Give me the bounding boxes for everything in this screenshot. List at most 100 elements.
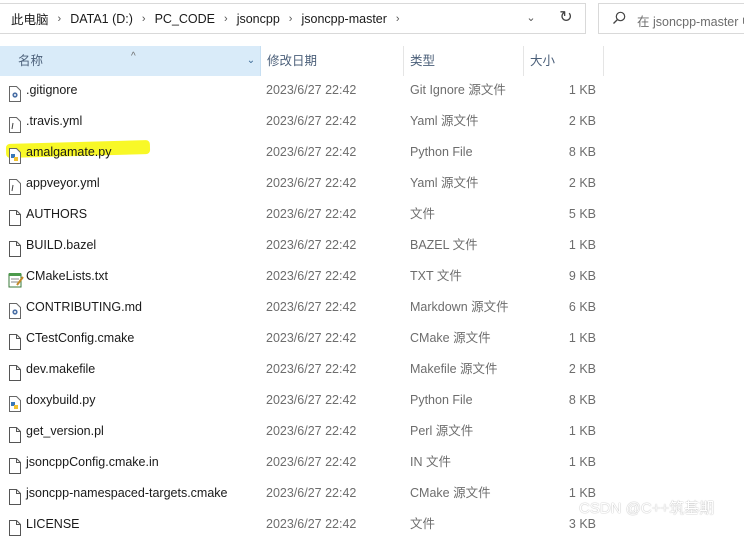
- file-modified-date: 2023/6/27 22:42: [266, 176, 357, 190]
- file-modified-date: 2023/6/27 22:42: [266, 331, 357, 345]
- file-row[interactable]: amalgamate.py 2023/6/27 22:42 Python File 8…: [0, 137, 744, 168]
- file-row[interactable]: jsoncppConfig.cmake.in 2023/6/27 22:42 IN …: [0, 447, 744, 478]
- file-name[interactable]: appveyor.yml: [26, 168, 100, 199]
- file-size: 5 KB: [568, 207, 596, 221]
- breadcrumb-pc-code[interactable]: PC_CODE: [155, 12, 215, 26]
- file-type: CMake 源文件: [410, 331, 491, 345]
- file-name[interactable]: doxybuild.py: [26, 385, 96, 416]
- file-name[interactable]: dev.makefile: [26, 354, 95, 385]
- text-doc-icon: [8, 114, 22, 133]
- file-name[interactable]: AUTHORS: [26, 199, 87, 230]
- column-header-row: 名称 ^ ⌄ 修改日期 类型 大小: [0, 46, 744, 76]
- file-row[interactable]: CONTRIBUTING.md 2023/6/27 22:42 Markdown 源…: [0, 292, 744, 323]
- search-placeholder: 在 jsoncpp-master 中搜索: [637, 15, 744, 29]
- file-size: 1 KB: [568, 83, 596, 97]
- file-size: 2 KB: [568, 114, 596, 128]
- file-list: .gitignore 2023/6/27 22:42 Git Ignore 源文件 1…: [0, 75, 744, 540]
- breadcrumb-jsoncpp[interactable]: jsoncpp: [237, 12, 280, 26]
- file-name[interactable]: amalgamate.py: [26, 137, 111, 168]
- file-type: Python File: [410, 145, 473, 159]
- chevron-down-icon[interactable]: ⌄: [244, 54, 258, 68]
- file-modified-date: 2023/6/27 22:42: [266, 486, 357, 500]
- file-row[interactable]: appveyor.yml 2023/6/27 22:42 Yaml 源文件 2 KB: [0, 168, 744, 199]
- chevron-right-icon[interactable]: ›: [142, 13, 146, 25]
- file-type: Makefile 源文件: [410, 362, 498, 376]
- file-type: BAZEL 文件: [410, 238, 478, 252]
- chevron-right-icon[interactable]: ›: [58, 13, 62, 25]
- breadcrumb-this-pc[interactable]: 此电脑: [11, 9, 49, 28]
- address-history-dropdown-icon[interactable]: ⌄: [523, 10, 539, 26]
- file-type: Git Ignore 源文件: [410, 83, 506, 97]
- column-header-type[interactable]: 类型: [404, 46, 524, 76]
- file-size: 1 KB: [568, 455, 596, 469]
- chevron-right-icon[interactable]: ›: [396, 13, 400, 25]
- blank-file-icon: [8, 455, 22, 474]
- file-modified-date: 2023/6/27 22:42: [266, 114, 357, 128]
- file-name[interactable]: CMakeLists.txt: [26, 261, 108, 292]
- file-size: 2 KB: [568, 176, 596, 190]
- file-modified-date: 2023/6/27 22:42: [266, 393, 357, 407]
- column-header-name[interactable]: 名称 ^ ⌄: [0, 46, 261, 76]
- file-row[interactable]: CTestConfig.cmake 2023/6/27 22:42 CMake 源文…: [0, 323, 744, 354]
- file-type: IN 文件: [410, 455, 451, 469]
- chevron-right-icon[interactable]: ›: [289, 13, 293, 25]
- file-name[interactable]: CONTRIBUTING.md: [26, 292, 142, 323]
- file-type: Yaml 源文件: [410, 114, 479, 128]
- file-row[interactable]: .gitignore 2023/6/27 22:42 Git Ignore 源文件 1…: [0, 75, 744, 106]
- file-type: 文件: [410, 517, 436, 531]
- breadcrumb-drive[interactable]: DATA1 (D:): [70, 12, 133, 26]
- blank-file-icon: [8, 486, 22, 505]
- file-modified-date: 2023/6/27 22:42: [266, 83, 357, 97]
- notepad-icon: [8, 269, 24, 288]
- column-header-date[interactable]: 修改日期: [261, 46, 404, 76]
- watermark: CSDN @C++筑基期: [579, 500, 715, 517]
- file-modified-date: 2023/6/27 22:42: [266, 424, 357, 438]
- file-name[interactable]: BUILD.bazel: [26, 230, 96, 261]
- breadcrumb-jsoncpp-master[interactable]: jsoncpp-master: [301, 12, 386, 26]
- file-name[interactable]: .travis.yml: [26, 106, 82, 137]
- search-icon: [613, 11, 626, 24]
- file-name[interactable]: jsoncppConfig.cmake.in: [26, 447, 159, 478]
- file-type: 文件: [410, 207, 436, 221]
- column-header-size[interactable]: 大小: [524, 46, 604, 76]
- file-name[interactable]: jsoncpp-namespaced-targets.cmake: [26, 478, 228, 509]
- file-modified-date: 2023/6/27 22:42: [266, 455, 357, 469]
- blank-file-icon: [8, 331, 22, 350]
- file-row[interactable]: dev.makefile 2023/6/27 22:42 Makefile 源文件 2…: [0, 354, 744, 385]
- file-size: 2 KB: [568, 362, 596, 376]
- column-header-name-label: 名称: [18, 54, 44, 68]
- file-row[interactable]: get_version.pl 2023/6/27 22:42 Perl 源文件 1 K…: [0, 416, 744, 447]
- file-name[interactable]: LICENSE: [26, 509, 80, 540]
- file-modified-date: 2023/6/27 22:42: [266, 145, 357, 159]
- file-size: 1 KB: [568, 331, 596, 345]
- file-type: TXT 文件: [410, 269, 462, 283]
- file-size: 6 KB: [568, 300, 596, 314]
- text-doc-icon: [8, 176, 22, 195]
- chevron-right-icon[interactable]: ›: [224, 13, 228, 25]
- file-row[interactable]: CMakeLists.txt 2023/6/27 22:42 TXT 文件 9 KB: [0, 261, 744, 292]
- search-box[interactable]: 在 jsoncpp-master 中搜索: [598, 3, 744, 34]
- file-modified-date: 2023/6/27 22:42: [266, 238, 357, 252]
- file-row[interactable]: AUTHORS 2023/6/27 22:42 文件 5 KB: [0, 199, 744, 230]
- file-row[interactable]: BUILD.bazel 2023/6/27 22:42 BAZEL 文件 1 KB: [0, 230, 744, 261]
- file-size: 1 KB: [568, 238, 596, 252]
- blank-file-icon: [8, 238, 22, 257]
- file-name[interactable]: .gitignore: [26, 75, 77, 106]
- refresh-icon[interactable]: ↻: [556, 8, 576, 28]
- file-size: 8 KB: [568, 393, 596, 407]
- file-name[interactable]: CTestConfig.cmake: [26, 323, 134, 354]
- file-modified-date: 2023/6/27 22:42: [266, 300, 357, 314]
- address-bar[interactable]: 此电脑 › DATA1 (D:) › PC_CODE › jsoncpp › j…: [0, 3, 586, 34]
- blank-file-icon: [8, 517, 22, 536]
- file-row[interactable]: doxybuild.py 2023/6/27 22:42 Python File 8 …: [0, 385, 744, 416]
- file-name[interactable]: get_version.pl: [26, 416, 104, 447]
- gear-doc-icon: [8, 300, 22, 319]
- gear-doc-icon: [8, 83, 22, 102]
- file-size: 9 KB: [568, 269, 596, 283]
- file-row[interactable]: .travis.yml 2023/6/27 22:42 Yaml 源文件 2 KB: [0, 106, 744, 137]
- blank-file-icon: [8, 424, 22, 443]
- navigation-bar: 此电脑 › DATA1 (D:) › PC_CODE › jsoncpp › j…: [0, 0, 744, 38]
- file-type: CMake 源文件: [410, 486, 491, 500]
- python-file-icon: [8, 145, 22, 164]
- blank-file-icon: [8, 207, 22, 226]
